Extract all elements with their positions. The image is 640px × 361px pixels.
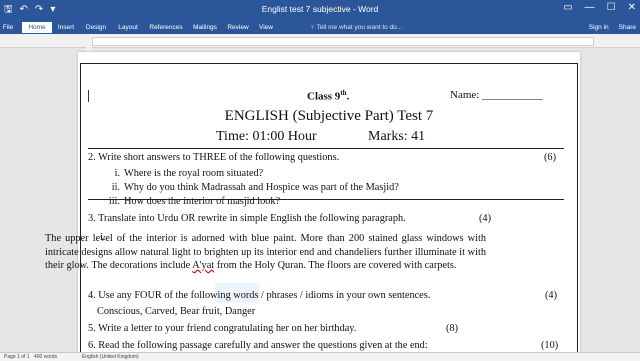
name-field: Name: ___________ — [450, 89, 543, 101]
horizontal-ruler[interactable] — [0, 34, 640, 48]
tab-references[interactable]: References — [148, 22, 184, 33]
tab-home[interactable]: Home — [22, 22, 52, 33]
question-2: 2. Write short answers to THREE of the f… — [88, 152, 340, 163]
question-2-item: Where is the royal room situated? — [124, 168, 264, 179]
marks-label: Marks: 41 — [368, 129, 426, 144]
question-3-paragraph: The upper level of the interior is adorn… — [45, 232, 486, 273]
ruler-track — [92, 37, 594, 46]
question-3-marks: (4) — [479, 213, 492, 224]
minimize-icon[interactable]: — — [585, 2, 595, 13]
tab-mailings[interactable]: Mailings — [190, 22, 220, 33]
tab-design[interactable]: Design — [84, 22, 108, 33]
tab-file[interactable]: File — [0, 22, 16, 33]
class-label: Class 9th. — [307, 89, 350, 103]
question-3: 3. Translate into Urdu OR rewrite in sim… — [88, 213, 406, 224]
question-6-marks: (10) — [541, 340, 559, 351]
tab-review[interactable]: Review — [226, 22, 250, 33]
close-icon[interactable]: ✕ — [628, 2, 636, 13]
question-5: 5. Write a letter to your friend congrat… — [88, 323, 357, 334]
misspelled-word[interactable]: A'yat — [192, 260, 214, 271]
page-count[interactable]: Page 1 of 1 — [4, 354, 30, 360]
divider-line — [88, 148, 564, 149]
share-button[interactable]: Share — [619, 22, 636, 33]
test-title: ENGLISH (Subjective Part) Test 7 — [224, 108, 434, 124]
ribbon-account-area: Sign in Share — [589, 22, 636, 33]
text-cursor — [88, 90, 89, 102]
ribbon-tabs: File Home Insert Design Layout Reference… — [0, 22, 640, 34]
tell-me-search[interactable]: ♀ Tell me what you want to do... — [310, 22, 402, 33]
question-2-item: How does the interior of masjid look? — [124, 196, 281, 207]
tab-view[interactable]: View — [256, 22, 276, 33]
question-5-marks: (8) — [446, 323, 459, 334]
tab-layout[interactable]: Layout — [115, 22, 141, 33]
sign-in-link[interactable]: Sign in — [589, 22, 609, 33]
title-bar: 🖫 ↶ ↷ ▾ Englist test 7 subjective - Word… — [0, 0, 640, 22]
question-2-item: Why do you think Madrassah and Hospice w… — [124, 182, 399, 193]
list-number: ii. — [111, 182, 120, 193]
window-title: Englist test 7 subjective - Word — [261, 4, 379, 14]
list-number: i. — [114, 168, 120, 179]
window-controls: ▭ — ☐ ✕ — [563, 2, 636, 13]
question-6: 6. Read the following passage carefully … — [88, 340, 428, 351]
maximize-icon[interactable]: ☐ — [607, 2, 616, 13]
time-label: Time: 01:00 Hour — [216, 129, 317, 144]
language-indicator[interactable]: English (United Kingdom) — [82, 354, 139, 360]
tab-insert[interactable]: Insert — [56, 22, 76, 33]
paragraph-text: from the Holy Quran. The floors are cove… — [214, 260, 457, 271]
list-number: iii. — [108, 196, 120, 207]
ribbon-display-options-icon[interactable]: ▭ — [563, 2, 572, 13]
question-4-words: Conscious, Carved, Bear fruit, Danger — [97, 306, 256, 317]
question-4: 4. Use any FOUR of the following words /… — [88, 290, 431, 301]
word-count[interactable]: 400 words — [34, 354, 57, 360]
question-4-marks: (4) — [545, 290, 558, 301]
question-2-marks: (6) — [544, 152, 557, 163]
